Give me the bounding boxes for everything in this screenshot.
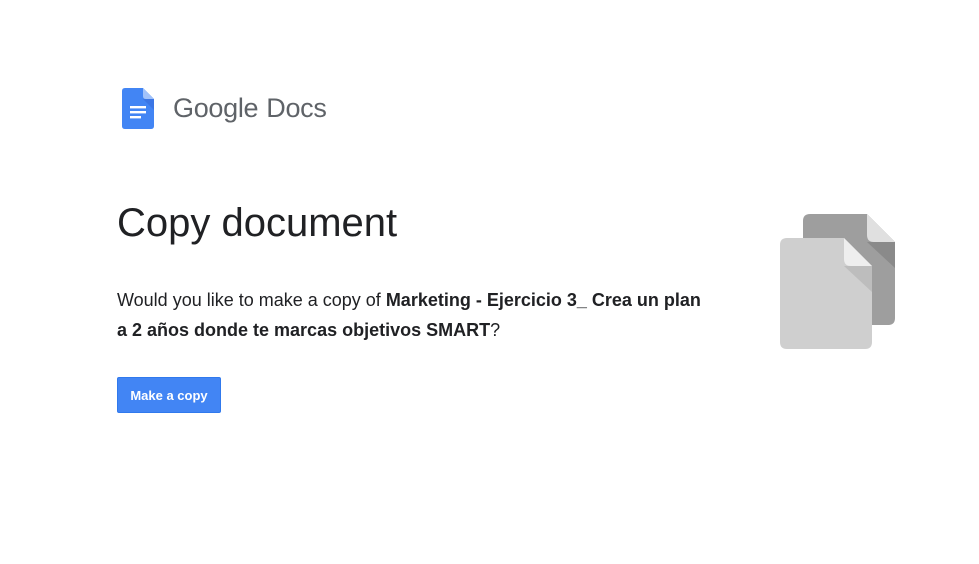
prompt-prefix: Would you like to make a copy of [117, 290, 386, 310]
copy-document-page: Google Docs Copy document Would you like … [0, 0, 979, 564]
prompt-suffix: ? [490, 320, 501, 340]
page-title: Copy document [117, 201, 398, 245]
copy-prompt: Would you like to make a copy of Marketi… [117, 285, 707, 345]
google-docs-logo-icon [122, 87, 154, 129]
brand-company: Google [173, 92, 259, 123]
make-a-copy-button[interactable]: Make a copy [117, 377, 221, 413]
google-docs-wordmark: Google Docs [173, 92, 327, 123]
copy-documents-icon [780, 214, 895, 349]
brand-product: Docs [266, 92, 327, 123]
google-docs-brand: Google Docs [122, 87, 327, 129]
